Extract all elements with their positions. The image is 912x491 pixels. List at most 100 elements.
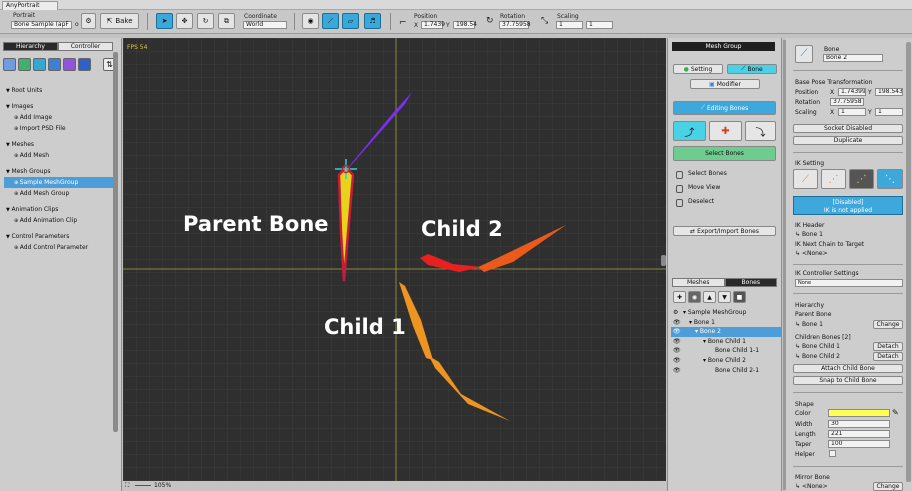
rotation-field[interactable]: 37.75958 xyxy=(499,21,531,29)
taper-field[interactable]: 100 xyxy=(828,440,890,448)
settings-button[interactable]: ⚙ xyxy=(81,13,96,29)
tab-bones[interactable]: Bones xyxy=(724,278,777,287)
bone-visibility-button[interactable]: ⟋ xyxy=(322,13,339,29)
length-field[interactable]: 221 xyxy=(828,430,890,438)
bone-tree-row-bone-2[interactable]: 👁 ▾ Bone 2 xyxy=(671,327,781,337)
scaling-x-field[interactable]: 1 xyxy=(556,21,583,29)
bone-tree-row-child-1-1[interactable]: 👁 Bone Child 1-1 xyxy=(671,346,781,356)
scale-tool-button[interactable]: ⧉ xyxy=(218,13,235,29)
bone-mode-button[interactable]: ⟋ Bone xyxy=(727,64,777,74)
section-animation-clips[interactable]: Animation Clips xyxy=(4,204,114,215)
ik-controller-select[interactable]: None xyxy=(795,279,903,287)
pose-rotation-field[interactable]: 37.75958 xyxy=(830,98,864,106)
detach-child-2-button[interactable]: Detach xyxy=(873,352,903,361)
ik-head-button[interactable]: ⋰ xyxy=(849,169,874,189)
select-bone-tool-button[interactable]: ⤴ xyxy=(673,121,706,141)
detach-child-1-button[interactable]: Detach xyxy=(873,342,903,351)
scaling-y-field[interactable]: 1 xyxy=(586,21,613,29)
ik-disabled-button[interactable]: ⟋ xyxy=(793,169,818,189)
portrait-picker-dot[interactable]: o xyxy=(75,21,79,28)
image-filter-icon[interactable] xyxy=(18,58,31,71)
pose-position-x-field[interactable]: 1.74399 xyxy=(838,88,866,96)
move-tool-button[interactable]: ✥ xyxy=(176,13,193,29)
change-parent-button[interactable]: Change xyxy=(873,320,903,329)
eyedropper-icon[interactable]: ✎ xyxy=(892,408,899,417)
eye-icon[interactable]: 👁 xyxy=(673,366,681,376)
setting-button[interactable]: ● Setting xyxy=(673,64,723,74)
scene-viewport[interactable]: FPS 54 Parent Bone Child 2 Child 1 xyxy=(123,38,666,481)
mesh-filter-icon[interactable] xyxy=(33,58,46,71)
position-y-field[interactable]: 198.54 xyxy=(453,21,477,29)
ik-single-button[interactable]: ⋰ xyxy=(821,169,846,189)
eye-icon[interactable]: 👁 xyxy=(673,356,681,366)
select-tool-button[interactable]: ➤ xyxy=(156,13,173,29)
move-down-icon[interactable]: ▼ xyxy=(718,291,731,303)
add-icon[interactable]: ✚ xyxy=(673,291,686,303)
bone-name-field[interactable]: Bone 2 xyxy=(823,54,883,62)
link-bone-tool-button[interactable]: ⤵ xyxy=(745,121,776,141)
eye-icon[interactable]: 👁 xyxy=(673,318,681,328)
section-mesh-groups[interactable]: Mesh Groups xyxy=(4,166,114,177)
socket-disabled-button[interactable]: Socket Disabled xyxy=(793,124,903,133)
bone-tree-row-child-2[interactable]: 👁 ▾ Bone Child 2 xyxy=(671,356,781,366)
ik-chained-button[interactable]: ⋱ xyxy=(877,169,903,189)
mirror-change-button[interactable]: Change xyxy=(873,482,903,491)
add-image-item[interactable]: Add Image xyxy=(4,112,114,123)
snap-to-child-button[interactable]: Snap to Child Bone xyxy=(793,376,903,385)
pose-scaling-y-field[interactable]: 1 xyxy=(875,108,903,116)
editing-bones-button[interactable]: ⟋ Editing Bones xyxy=(673,101,776,115)
sample-meshgroup-item[interactable]: Sample MeshGroup xyxy=(4,177,114,188)
eye-icon[interactable]: 👁 xyxy=(673,346,681,356)
bone-tree-row-bone-1[interactable]: 👁 ▾ Bone 1 xyxy=(671,318,781,328)
meshgroup-filter-icon[interactable] xyxy=(48,58,61,71)
add-animation-clip-item[interactable]: Add Animation Clip xyxy=(4,215,114,226)
add-mesh-item[interactable]: Add Mesh xyxy=(4,150,114,161)
window-tab[interactable]: AnyPortrait xyxy=(2,1,58,10)
fit-view-icon[interactable]: ⛶ xyxy=(125,482,129,490)
zoom-slider[interactable] xyxy=(135,485,151,486)
eye-icon[interactable]: 👁 xyxy=(673,337,681,347)
physics-button[interactable]: ♬ xyxy=(364,13,381,29)
mesh-visibility-button[interactable]: ▱ xyxy=(342,13,359,29)
section-images[interactable]: Images xyxy=(4,101,114,112)
width-field[interactable]: 30 xyxy=(828,420,890,428)
duplicate-button[interactable]: Duplicate xyxy=(793,136,903,145)
color-swatch[interactable] xyxy=(828,409,890,417)
rotate-tool-button[interactable]: ↻ xyxy=(197,13,214,29)
delete-icon[interactable]: ■ xyxy=(733,291,746,303)
export-import-bones-button[interactable]: ⇄ Export/Import Bones xyxy=(673,226,776,236)
add-mesh-group-item[interactable]: Add Mesh Group xyxy=(4,188,114,199)
section-meshes[interactable]: Meshes xyxy=(4,139,114,150)
root-filter-icon[interactable] xyxy=(3,58,16,71)
onion-button[interactable]: ◉ xyxy=(302,13,319,29)
tab-meshes[interactable]: Meshes xyxy=(672,278,725,287)
tab-hierarchy[interactable]: Hierarchy xyxy=(3,42,58,51)
bone-tree-row-root[interactable]: ⚙ ▾ Sample MeshGroup xyxy=(671,308,781,318)
bone-tree-row-child-2-1[interactable]: 👁 Bone Child 2-1 xyxy=(671,366,781,376)
bone-tree-row-child-1[interactable]: 👁 ▾ Bone Child 1 xyxy=(671,337,781,347)
eye-icon[interactable]: 👁 xyxy=(673,327,681,337)
bake-button[interactable]: ⇱ Bake xyxy=(100,13,139,29)
visibility-icon[interactable]: ◉ xyxy=(688,291,701,303)
move-up-icon[interactable]: ▲ xyxy=(703,291,716,303)
portrait-select[interactable]: Bone Sample (apF xyxy=(11,21,72,29)
select-bones-mode-button[interactable]: Select Bones xyxy=(673,146,776,161)
left-scrollbar[interactable] xyxy=(113,52,118,432)
attach-child-bone-button[interactable]: Attach Child Bone xyxy=(793,364,903,373)
section-control-parameters[interactable]: Control Parameters xyxy=(4,231,114,242)
add-control-parameter-item[interactable]: Add Control Parameter xyxy=(4,242,114,253)
param-filter-icon[interactable] xyxy=(78,58,91,71)
right-scrollbar[interactable] xyxy=(906,42,911,482)
coordinate-select[interactable]: World xyxy=(243,21,287,29)
animation-filter-icon[interactable] xyxy=(63,58,76,71)
import-psd-item[interactable]: Import PSD File xyxy=(4,123,114,134)
section-root-units[interactable]: Root Units xyxy=(4,85,114,96)
pose-position-y-field[interactable]: 198.543 xyxy=(875,88,903,96)
viewport-vscroll-handle[interactable] xyxy=(661,255,666,266)
position-x-field[interactable]: 1.7439 xyxy=(421,21,445,29)
modifier-button[interactable]: ▣ Modifier xyxy=(690,79,760,89)
pose-scaling-x-field[interactable]: 1 xyxy=(838,108,866,116)
tab-controller[interactable]: Controller xyxy=(58,42,113,51)
helper-checkbox[interactable] xyxy=(829,450,836,457)
add-bone-tool-button[interactable]: ✚ xyxy=(709,121,742,141)
